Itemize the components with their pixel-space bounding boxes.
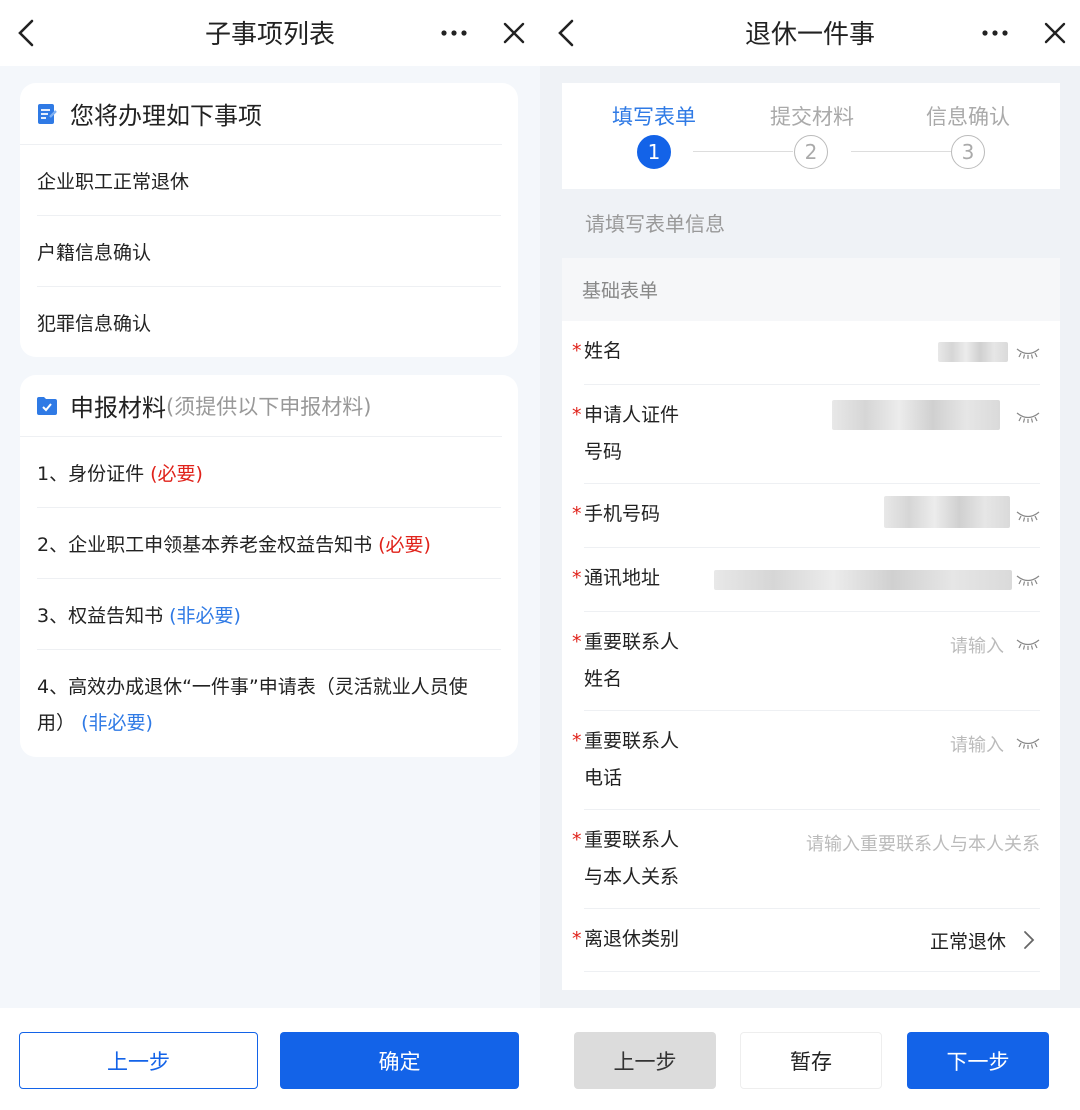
- close-icon[interactable]: [493, 12, 535, 54]
- chevron-right-icon[interactable]: [1022, 929, 1036, 951]
- material-item[interactable]: 1、身份证件 (必要): [37, 437, 501, 508]
- right-screen: 退休一件事 填写表单 提交材料 信息确认 1 2 3 请填写表单信息 基础表单 …: [540, 0, 1080, 1110]
- next-button[interactable]: 下一步: [907, 1032, 1049, 1089]
- basic-form: 基础表单 * 姓名 * 申请人证件 号码 * 手机号码 * 通讯地址 * 重要联系人 姓名: [562, 258, 1060, 990]
- field-contact-phone[interactable]: * 重要联系人 电话 请输入: [572, 711, 1040, 810]
- field-name[interactable]: * 姓名: [572, 321, 1040, 385]
- step-connector: [693, 151, 793, 152]
- step-circle-2: 2: [794, 135, 828, 169]
- field-address[interactable]: * 通讯地址: [572, 548, 1040, 612]
- save-draft-button[interactable]: 暂存: [740, 1032, 882, 1089]
- step-circle-3: 3: [951, 135, 985, 169]
- top-bar: 退休一件事: [540, 0, 1080, 66]
- optional-tag: (非必要): [81, 712, 153, 734]
- masked-value: [938, 342, 1008, 362]
- top-bar: 子事项列表: [0, 0, 540, 66]
- materials-card-title: 申报材料: [70, 394, 166, 422]
- more-icon[interactable]: [433, 12, 475, 54]
- step-circle-1: 1: [637, 135, 671, 169]
- eye-closed-icon[interactable]: [1016, 637, 1040, 651]
- step-connector: [851, 151, 951, 152]
- field-contact-relation[interactable]: * 重要联系人 与本人关系 请输入重要联系人与本人关系: [572, 810, 1040, 909]
- eye-closed-icon[interactable]: [1016, 736, 1040, 750]
- items-card-title: 您将办理如下事项: [70, 102, 262, 130]
- list-item[interactable]: 犯罪信息确认: [37, 287, 501, 358]
- eye-closed-icon[interactable]: [1016, 573, 1040, 587]
- form-hint: 请填写表单信息: [585, 212, 725, 236]
- left-screen: 子事项列表 您将办理如下事项 企业职工正常退休 户籍信息确认 犯罪信息确认 申报: [0, 0, 540, 1110]
- prev-button[interactable]: 上一步: [574, 1032, 716, 1089]
- eye-closed-icon[interactable]: [1016, 346, 1040, 360]
- close-icon[interactable]: [1034, 12, 1076, 54]
- field-retire-type[interactable]: * 离退休类别 正常退休: [572, 909, 1040, 972]
- field-phone[interactable]: * 手机号码: [572, 484, 1040, 548]
- step-indicator: 填写表单 提交材料 信息确认 1 2 3: [562, 83, 1060, 189]
- confirm-button[interactable]: 确定: [280, 1032, 519, 1089]
- list-item[interactable]: 户籍信息确认: [37, 216, 501, 287]
- prev-button[interactable]: 上一步: [19, 1032, 258, 1089]
- contact-name-input[interactable]: 请输入: [950, 632, 1004, 658]
- contact-relation-input[interactable]: 请输入重要联系人与本人关系: [806, 830, 1040, 856]
- required-tag: (必要): [378, 533, 431, 556]
- items-card-header: 您将办理如下事项: [20, 83, 502, 145]
- masked-value: [832, 400, 1000, 430]
- bottom-bar: 上一步 暂存 下一步: [540, 1008, 1080, 1110]
- step-label-2: 提交材料: [770, 105, 854, 129]
- material-item[interactable]: 2、企业职工申领基本养老金权益告知书 (必要): [37, 508, 501, 579]
- required-tag: (必要): [150, 462, 203, 485]
- optional-tag: (非必要): [169, 604, 241, 627]
- document-icon: [38, 103, 57, 124]
- materials-card: 申报材料 (须提供以下申报材料) 1、身份证件 (必要) 2、企业职工申领基本养…: [20, 375, 518, 757]
- material-item[interactable]: 4、高效办成退休“一件事”申请表（灵活就业人员使用） (非必要): [37, 650, 501, 756]
- field-id-number[interactable]: * 申请人证件 号码: [572, 385, 1040, 484]
- retire-type-value: 正常退休: [929, 931, 1006, 953]
- list-item[interactable]: 企业职工正常退休: [37, 145, 501, 216]
- contact-phone-input[interactable]: 请输入: [950, 731, 1004, 757]
- materials-card-header: 申报材料 (须提供以下申报材料): [20, 375, 502, 437]
- bottom-bar: 上一步 确定: [0, 1008, 540, 1110]
- material-item[interactable]: 3、权益告知书 (非必要): [37, 579, 501, 650]
- more-icon[interactable]: [974, 12, 1016, 54]
- step-label-1: 填写表单: [612, 105, 696, 129]
- masked-value: [714, 570, 1012, 590]
- masked-value: [884, 496, 1010, 528]
- step-label-3: 信息确认: [926, 105, 1010, 129]
- form-section-title: 基础表单: [562, 258, 1060, 321]
- eye-closed-icon[interactable]: [1016, 410, 1040, 424]
- materials-card-subtitle: (须提供以下申报材料): [166, 394, 372, 419]
- eye-closed-icon[interactable]: [1016, 509, 1040, 523]
- folder-check-icon: [37, 396, 57, 415]
- field-contact-name[interactable]: * 重要联系人 姓名 请输入: [572, 612, 1040, 711]
- items-card: 您将办理如下事项 企业职工正常退休 户籍信息确认 犯罪信息确认: [20, 83, 518, 357]
